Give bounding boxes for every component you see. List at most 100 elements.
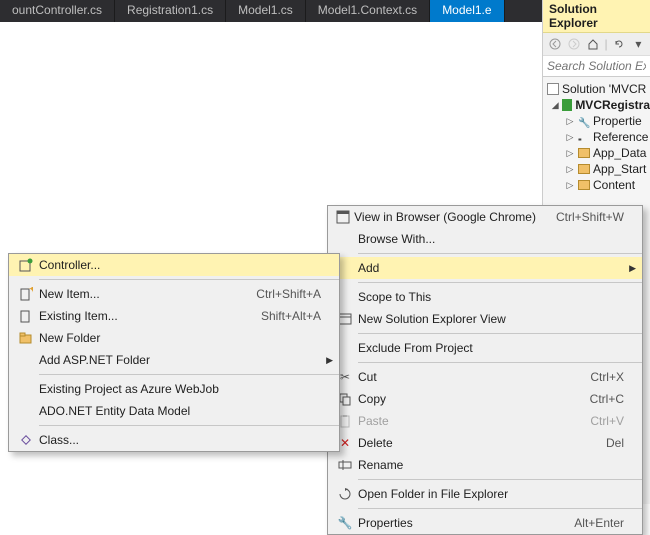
menu-cut[interactable]: ✂ Cut Ctrl+X: [328, 366, 642, 388]
refresh-icon[interactable]: [612, 36, 627, 52]
menu-open-folder[interactable]: Open Folder in File Explorer: [328, 483, 642, 505]
menu-label: New Solution Explorer View: [358, 312, 624, 326]
tree-properties[interactable]: ▷ Propertie: [547, 113, 650, 129]
menu-label: Rename: [358, 458, 624, 472]
menu-label: ADO.NET Entity Data Model: [39, 404, 321, 418]
open-folder-icon: [332, 487, 358, 501]
forward-icon[interactable]: [566, 36, 581, 52]
context-menu: View in Browser (Google Chrome) Ctrl+Shi…: [327, 205, 643, 535]
menu-label: Scope to This: [358, 290, 624, 304]
expander-icon[interactable]: ▷: [565, 148, 575, 159]
submenu-azure-webjob[interactable]: Existing Project as Azure WebJob: [9, 378, 339, 400]
menu-label: Cut: [358, 370, 570, 384]
menu-delete[interactable]: ✕ Delete Del: [328, 432, 642, 454]
menu-separator: [358, 253, 642, 254]
menu-label: New Folder: [39, 331, 321, 345]
class-icon: [13, 433, 39, 447]
tree-solution[interactable]: Solution 'MVCR: [547, 81, 650, 97]
menu-new-se-view[interactable]: New Solution Explorer View: [328, 308, 642, 330]
menu-label: Add: [358, 261, 624, 275]
solution-icon: [547, 83, 559, 95]
tree-appdata[interactable]: ▷ App_Data: [547, 145, 650, 161]
menu-shortcut: Ctrl+Shift+W: [536, 210, 624, 224]
tree-label: Reference: [593, 130, 648, 144]
menu-browse-with[interactable]: Browse With...: [328, 228, 642, 250]
references-icon: [578, 131, 590, 143]
submenu-new-item[interactable]: ✦ New Item... Ctrl+Shift+A: [9, 283, 339, 305]
solution-explorer-title: Solution Explorer: [543, 0, 650, 33]
menu-label: Open Folder in File Explorer: [358, 487, 624, 501]
menu-label: View in Browser (Google Chrome): [354, 210, 536, 224]
home-icon[interactable]: [585, 36, 600, 52]
submenu-class[interactable]: Class...: [9, 429, 339, 451]
menu-label: Existing Project as Azure WebJob: [39, 382, 321, 396]
tree-label: App_Data: [593, 146, 646, 160]
wrench-icon: [578, 115, 590, 127]
menu-shortcut: Ctrl+X: [570, 370, 624, 384]
back-icon[interactable]: [547, 36, 562, 52]
menu-shortcut: Del: [586, 436, 624, 450]
menu-separator: [358, 508, 642, 509]
menu-label: Paste: [358, 414, 570, 428]
add-submenu: Controller... ✦ New Item... Ctrl+Shift+A…: [8, 253, 340, 452]
tree-appstart[interactable]: ▷ App_Start: [547, 161, 650, 177]
existing-item-icon: [13, 309, 39, 323]
menu-shortcut: Ctrl+C: [570, 392, 624, 406]
submenu-existing-item[interactable]: Existing Item... Shift+Alt+A: [9, 305, 339, 327]
menu-label: Delete: [358, 436, 586, 450]
tree-project[interactable]: ◢ MVCRegistra: [547, 97, 650, 113]
tree-content[interactable]: ▷ Content: [547, 177, 650, 193]
browser-icon: [332, 210, 354, 224]
menu-separator: [358, 362, 642, 363]
new-item-icon: ✦: [13, 287, 39, 301]
expander-icon[interactable]: ▷: [565, 116, 575, 127]
dropdown-icon[interactable]: ▾: [631, 36, 646, 52]
menu-label: Controller...: [39, 258, 321, 272]
tab-model1-edmx[interactable]: Model1.e: [430, 0, 504, 22]
tab-model1-context[interactable]: Model1.Context.cs: [306, 0, 430, 22]
expander-icon[interactable]: ◢: [551, 100, 559, 111]
menu-view-in-browser[interactable]: View in Browser (Google Chrome) Ctrl+Shi…: [328, 206, 642, 228]
submenu-new-folder[interactable]: New Folder: [9, 327, 339, 349]
menu-shortcut: Ctrl+Shift+A: [236, 287, 321, 301]
menu-label: Existing Item...: [39, 309, 241, 323]
submenu-arrow-icon: ▶: [629, 263, 636, 274]
svg-text:✦: ✦: [28, 287, 33, 296]
new-folder-icon: [13, 332, 39, 344]
menu-label: Class...: [39, 433, 321, 447]
menu-scope-to-this[interactable]: Scope to This: [328, 286, 642, 308]
menu-separator: [39, 374, 339, 375]
folder-icon: [578, 148, 590, 158]
solution-explorer-toolbar: | ▾: [543, 33, 650, 56]
submenu-arrow-icon: ▶: [326, 355, 333, 366]
menu-separator: [358, 333, 642, 334]
menu-rename[interactable]: Rename: [328, 454, 642, 476]
menu-shortcut: Alt+Enter: [554, 516, 624, 530]
menu-separator: [358, 479, 642, 480]
project-icon: [562, 99, 572, 111]
tree-label: Content: [593, 178, 635, 192]
expander-icon[interactable]: ▷: [565, 132, 575, 143]
menu-add[interactable]: Add ▶: [328, 257, 642, 279]
tab-account-controller[interactable]: ountController.cs: [0, 0, 115, 22]
menu-copy[interactable]: Copy Ctrl+C: [328, 388, 642, 410]
menu-shortcut: Shift+Alt+A: [241, 309, 321, 323]
submenu-aspnet-folder[interactable]: Add ASP.NET Folder ▶: [9, 349, 339, 371]
menu-exclude[interactable]: Exclude From Project: [328, 337, 642, 359]
menu-label: Copy: [358, 392, 570, 406]
tab-registration1[interactable]: Registration1.cs: [115, 0, 226, 22]
menu-label: Add ASP.NET Folder: [39, 353, 321, 367]
properties-icon: 🔧: [332, 516, 358, 530]
submenu-ado-model[interactable]: ADO.NET Entity Data Model: [9, 400, 339, 422]
menu-label: Browse With...: [358, 232, 624, 246]
menu-properties[interactable]: 🔧 Properties Alt+Enter: [328, 512, 642, 534]
controller-icon: [13, 258, 39, 272]
tree-references[interactable]: ▷ Reference: [547, 129, 650, 145]
submenu-controller[interactable]: Controller...: [9, 254, 339, 276]
expander-icon[interactable]: ▷: [565, 180, 575, 191]
expander-icon[interactable]: ▷: [565, 164, 575, 175]
solution-explorer-search[interactable]: [543, 56, 650, 77]
tab-model1[interactable]: Model1.cs: [226, 0, 306, 22]
menu-label: New Item...: [39, 287, 236, 301]
menu-label: Exclude From Project: [358, 341, 624, 355]
